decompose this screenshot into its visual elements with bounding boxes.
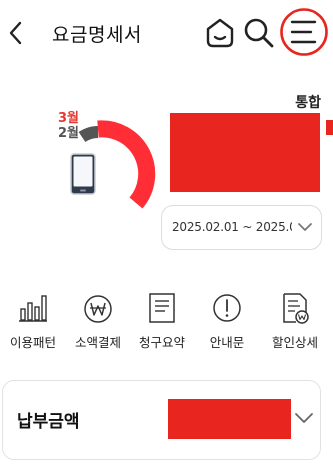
chevron-left-icon [9,21,22,45]
total-label: 통합 [295,95,321,111]
menu-button[interactable] [279,7,329,57]
payment-label: 납부금액 [17,412,80,432]
quick-menu: 이용패턴 소액결제 청구요약 안내문 할인상세 [0,288,333,358]
quick-item-micropayment[interactable]: 소액결제 [65,288,131,358]
previous-month-label: 2월 [58,126,80,141]
quick-item-label: 소액결제 [74,335,121,350]
phone-icon [70,153,96,195]
redacted-amount [170,113,320,192]
bill-summary: 3월 2월 통합 2025.02.01 ~ 2025.02.28 [0,80,333,280]
app-header: 요금명세서 [0,0,333,64]
discount-document-icon [283,293,309,324]
quick-item-notice[interactable]: 안내문 [194,288,260,358]
back-button[interactable] [4,14,30,52]
won-coin-icon [84,295,112,323]
quick-item-discount-detail[interactable]: 할인상세 [262,288,328,358]
chevron-down-icon [298,223,312,231]
search-icon [244,18,274,48]
search-button[interactable] [241,15,275,49]
home-icon [206,18,234,48]
page-title: 요금명세서 [52,24,142,46]
payment-amount-card[interactable]: 납부금액 [2,380,321,460]
home-button[interactable] [203,16,237,50]
quick-item-bill-summary[interactable]: 청구요약 [129,288,195,358]
quick-item-label: 안내문 [209,335,245,350]
redacted-mark [326,120,333,135]
billing-period-text: 2025.02.01 ~ 2025.02.28 [172,220,292,234]
billing-period-select[interactable]: 2025.02.01 ~ 2025.02.28 [161,205,322,250]
quick-item-label: 이용패턴 [9,335,56,350]
quick-item-label: 청구요약 [138,335,185,350]
menu-icon [280,8,328,56]
bar-chart-icon [19,295,47,322]
notice-icon [213,294,241,322]
chevron-down-icon [295,413,313,423]
quick-item-label: 할인상세 [271,335,318,350]
quick-item-usage-pattern[interactable]: 이용패턴 [0,288,66,358]
document-icon [149,293,175,323]
redacted-payment-amount [168,399,291,439]
